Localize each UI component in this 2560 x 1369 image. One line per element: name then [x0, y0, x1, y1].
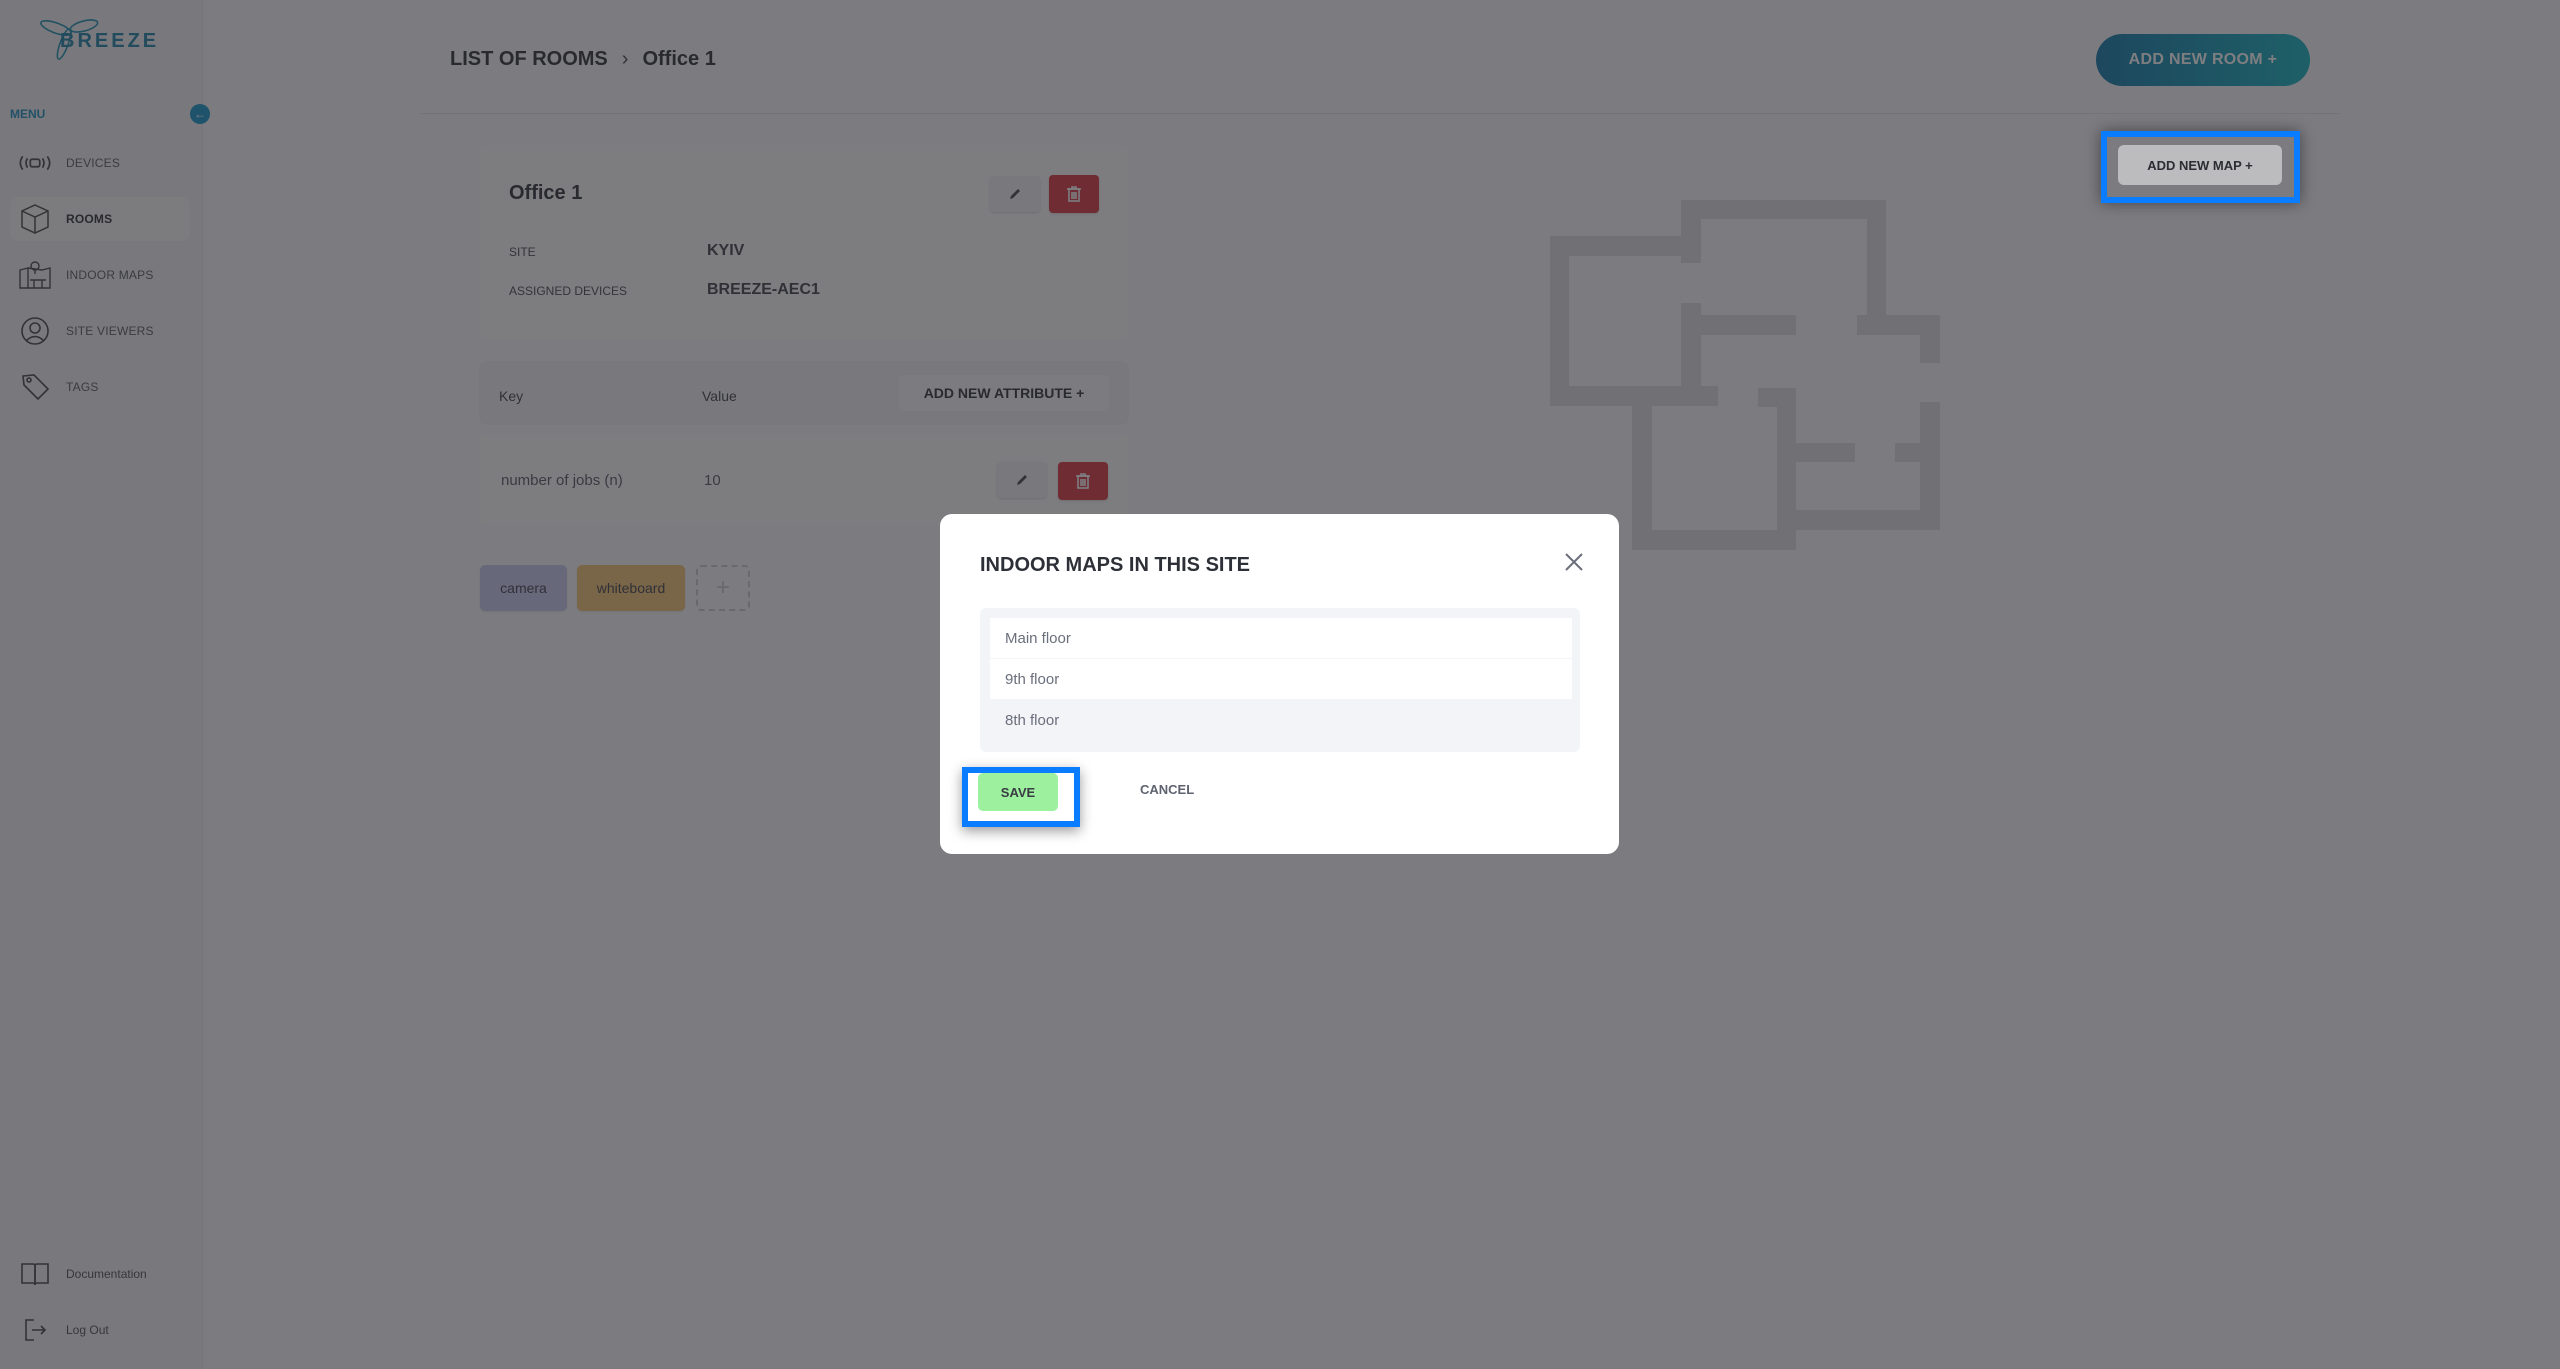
save-button[interactable]: SAVE	[978, 773, 1058, 811]
cancel-button[interactable]: CANCEL	[1140, 782, 1194, 797]
modal-title: INDOOR MAPS IN THIS SITE	[980, 554, 1251, 576]
add-new-map-button[interactable]: ADD NEW MAP +	[2118, 145, 2282, 185]
indoor-maps-list: Main floor 9th floor 8th floor	[980, 608, 1580, 752]
map-list-item[interactable]: Main floor	[990, 618, 1572, 658]
close-icon[interactable]	[1560, 548, 1588, 576]
indoor-maps-modal: INDOOR MAPS IN THIS SITE Main floor 9th …	[940, 514, 1619, 854]
map-list-item[interactable]: 9th floor	[990, 659, 1572, 699]
map-list-item[interactable]: 8th floor	[990, 700, 1572, 740]
